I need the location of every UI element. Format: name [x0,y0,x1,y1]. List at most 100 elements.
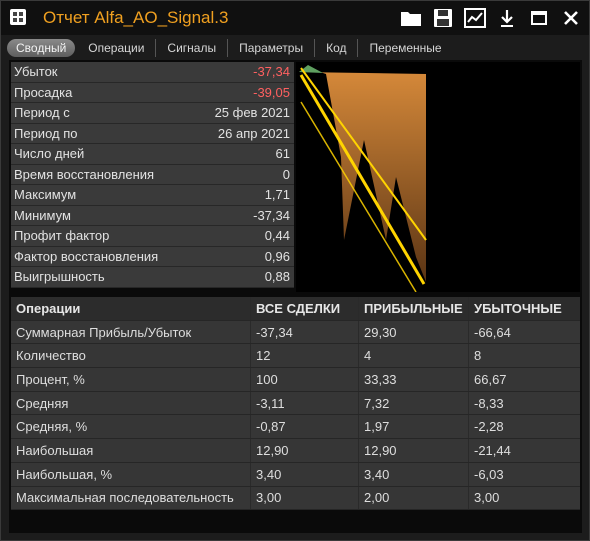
stat-value: -37,34 [253,207,290,223]
tab-parameters[interactable]: Параметры [228,39,316,57]
window-title: Отчет Alfa_AO_Signal.3 [43,8,229,27]
tab-variables[interactable]: Переменные [358,39,452,57]
table-cell: 66,67 [469,368,580,391]
table-cell: -66,64 [469,320,580,344]
operations-table: Операции ВСЕ СДЕЛКИ ПРИБЫЛЬНЫЕ УБЫТОЧНЫЕ Сум… [11,297,580,511]
close-icon[interactable] [559,7,583,29]
table-row: Средняя, % -0,87 1,97 -2,28 [11,415,580,440]
stat-row: Максимум 1,71 [11,185,294,206]
stat-label: Период с [14,105,70,121]
row-label: Количество [11,344,251,368]
drawdown-area [299,68,426,282]
stat-row: Период с 25 фев 2021 [11,103,294,124]
stat-value: -37,34 [253,64,290,80]
tab-summary[interactable]: Сводный [7,39,76,57]
tab-code[interactable]: Код [315,39,359,57]
column-header[interactable]: УБЫТОЧНЫЕ [469,297,580,320]
stats-list: Убыток -37,34 Просадка -39,05 Период с 25 фев… [11,62,294,288]
chart-settings-icon[interactable] [463,7,487,29]
stat-value: 26 апр 2021 [217,125,290,141]
report-window: Отчет Alfa_AO_Signal.3 Сводный Операции … [0,0,590,541]
column-header[interactable]: ВСЕ СДЕЛКИ [251,297,359,320]
table-cell: -21,44 [469,439,580,462]
summary-panel: Убыток -37,34 Просадка -39,05 Период с 25 фев… [9,60,582,533]
stat-label: Минимум [14,207,71,223]
table-cell: -2,28 [469,415,580,439]
table-cell: 4 [359,344,469,368]
table-row: Наибольшая, % 3,40 3,40 -6,03 [11,462,580,487]
stat-value: 0,96 [264,248,290,264]
stat-row: Минимум -37,34 [11,205,294,226]
table-cell: 7,32 [359,391,469,415]
table-cell: -37,34 [251,320,359,344]
stat-row: Просадка -39,05 [11,82,294,103]
stat-row: Профит фактор 0,44 [11,226,294,247]
table-cell: 8 [469,344,580,368]
table-cell: -6,03 [469,462,580,486]
equity-chart-svg [299,65,427,293]
row-label: Средняя [11,391,251,415]
stat-row: Выигрышность 0,88 [11,267,294,288]
tab-operations[interactable]: Операции [77,39,157,57]
stat-row: Время восстановления 0 [11,164,294,185]
app-grid-icon [10,9,26,25]
column-header[interactable]: Операции [11,297,251,320]
table-cell: -0,87 [251,415,359,439]
row-label: Наибольшая, % [11,462,251,486]
equity-chart [296,62,580,293]
stat-value: 0,44 [264,228,290,244]
table-row: Максимальная последовательность 3,00 2,00 3… [11,486,580,511]
table-row: Суммарная Прибыль/Убыток -37,34 29,30 -66,6… [11,320,580,345]
folder-icon[interactable] [399,7,423,29]
stat-row: Период по 26 апр 2021 [11,123,294,144]
table-cell: 2,00 [359,486,469,510]
table-cell: 12 [251,344,359,368]
stat-label: Число дней [14,146,85,162]
table-cell: 33,33 [359,368,469,391]
tab-signals[interactable]: Сигналы [156,39,229,57]
table-cell: 3,40 [359,462,469,486]
table-cell: -8,33 [469,391,580,415]
row-label: Средняя, % [11,415,251,439]
stat-value: 0,88 [264,269,290,285]
table-cell: 3,40 [251,462,359,486]
download-arrow-icon[interactable] [495,7,519,29]
table-cell: 3,00 [251,486,359,510]
stat-label: Убыток [14,64,58,80]
stat-row: Число дней 61 [11,144,294,165]
table-cell: 100 [251,368,359,391]
maximize-icon[interactable] [527,7,551,29]
row-label: Наибольшая [11,439,251,462]
stat-label: Фактор восстановления [14,248,159,264]
save-icon[interactable] [431,7,455,29]
stat-value: 1,71 [264,187,290,203]
stat-value: -39,05 [253,84,290,100]
row-label: Максимальная последовательность [11,486,251,510]
stat-label: Профит фактор [14,228,110,244]
table-cell: 12,90 [251,439,359,462]
stat-value: 25 фев 2021 [214,105,290,121]
stat-label: Выигрышность [14,269,105,285]
row-label: Суммарная Прибыль/Убыток [11,320,251,344]
table-cell: -3,11 [251,391,359,415]
table-cell: 1,97 [359,415,469,439]
stat-row: Убыток -37,34 [11,62,294,83]
stat-label: Время восстановления [14,166,155,182]
row-label: Процент, % [11,368,251,391]
title-bar: Отчет Alfa_AO_Signal.3 [1,1,589,35]
table-row: Средняя -3,11 7,32 -8,33 [11,391,580,416]
tab-bar: Сводный Операции Сигналы Параметры Код П… [7,38,453,58]
stat-label: Просадка [14,84,73,100]
table-header-row: Операции ВСЕ СДЕЛКИ ПРИБЫЛЬНЫЕ УБЫТОЧНЫЕ [11,297,580,321]
stat-label: Максимум [14,187,77,203]
table-row: Процент, % 100 33,33 66,67 [11,368,580,392]
column-header[interactable]: ПРИБЫЛЬНЫЕ [359,297,469,320]
table-cell: 3,00 [469,486,580,510]
stat-value: 0 [282,166,290,182]
stat-row: Фактор восстановления 0,96 [11,246,294,267]
stat-value: 61 [275,146,290,162]
table-cell: 12,90 [359,439,469,462]
table-cell: 29,30 [359,320,469,344]
table-row: Количество 12 4 8 [11,344,580,369]
table-row: Наибольшая 12,90 12,90 -21,44 [11,439,580,463]
